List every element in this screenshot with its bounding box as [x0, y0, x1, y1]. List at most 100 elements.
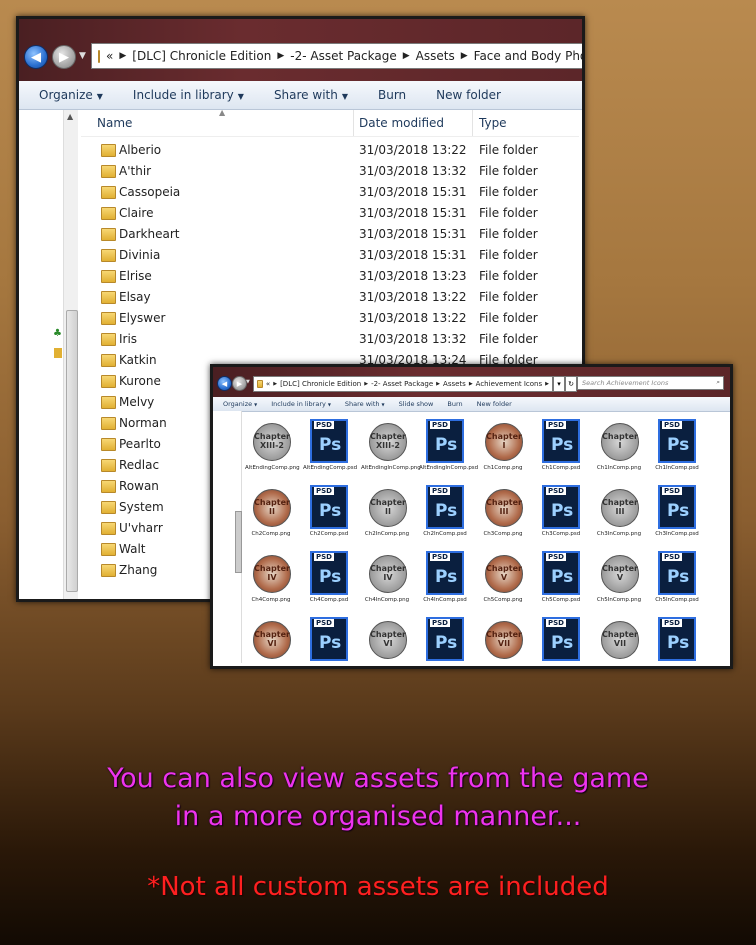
search-input[interactable]: Search Achievement Icons ⌕ [577, 376, 724, 390]
column-divider[interactable] [472, 110, 473, 136]
toolbar-share-with-button[interactable]: Share with ▼ [274, 88, 348, 102]
file-tile[interactable]: Chapter III Ch3InComp.png [593, 483, 645, 549]
file-tile[interactable]: Chapter V Ch5InComp.png [593, 549, 645, 615]
table-row[interactable]: Elsay 31/03/2018 13:22 File folder [81, 287, 579, 308]
breadcrumb-separator-icon[interactable]: ▶ [436, 381, 440, 387]
file-tile[interactable]: Chapter VI [245, 615, 297, 666]
scrollbar-thumb[interactable] [235, 511, 242, 573]
file-tile[interactable]: PSD Ps AltEndingInComp.psd [419, 417, 478, 483]
folder-icon [101, 459, 116, 472]
address-dropdown-icon[interactable]: ▾ [553, 376, 565, 392]
recent-pages-dropdown[interactable]: ▼ [246, 379, 250, 385]
date-modified: 31/03/2018 13:22 [359, 311, 467, 325]
file-tile[interactable]: Chapter I Ch1Comp.png [477, 417, 529, 483]
file-tile[interactable]: PSD Ps [651, 615, 703, 666]
file-tile[interactable]: Chapter V Ch5Comp.png [477, 549, 529, 615]
file-tile[interactable]: PSD Ps Ch2Comp.psd [303, 483, 355, 549]
breadcrumb-separator-icon[interactable]: ▶ [461, 51, 468, 61]
file-tile[interactable]: Chapter II Ch2InComp.png [361, 483, 413, 549]
file-tile[interactable]: PSD Ps Ch3InComp.psd [651, 483, 703, 549]
forward-button[interactable]: ▶ [232, 376, 247, 391]
file-tile[interactable]: Chapter XIII-2 AltEndingInComp.png [361, 417, 421, 483]
table-row[interactable]: Alberio 31/03/2018 13:22 File folder [81, 140, 579, 161]
toolbar-new-folder-button[interactable]: New folder [477, 400, 512, 408]
file-tile[interactable]: Chapter IV Ch4Comp.png [245, 549, 297, 615]
back-button[interactable]: ◀ [217, 376, 232, 391]
file-tile[interactable]: PSD Ps Ch5InComp.psd [651, 549, 703, 615]
file-tile[interactable]: PSD Ps [535, 615, 587, 666]
toolbar-organize-button[interactable]: Organize ▼ [223, 400, 257, 408]
navigation-scrollbar[interactable]: ▲ [63, 110, 78, 599]
file-tile[interactable]: Chapter I Ch1InComp.png [593, 417, 645, 483]
file-tile[interactable]: Chapter VII [477, 615, 529, 666]
recent-pages-dropdown[interactable]: ▼ [79, 51, 86, 61]
scroll-up-icon[interactable]: ▲ [67, 112, 73, 121]
table-row[interactable]: Iris 31/03/2018 13:32 File folder [81, 329, 579, 350]
column-date-modified[interactable]: Date modified [359, 116, 444, 130]
address-bar[interactable]: «▶ [DLC] Chronicle Edition ▶ -2- Asset Pack… [253, 376, 553, 392]
breadcrumb-segment[interactable]: Achievement Icons [476, 380, 542, 388]
folder-icon [101, 522, 116, 535]
toolbar-include-in-library-button[interactable]: Include in library ▼ [133, 88, 244, 102]
table-row[interactable]: Claire 31/03/2018 15:31 File folder [81, 203, 579, 224]
breadcrumb-segment[interactable]: [DLC] Chronicle Edition [132, 49, 271, 63]
file-tile[interactable]: Chapter VII [593, 615, 645, 666]
back-button[interactable]: ◀ [24, 45, 48, 69]
breadcrumb-segment[interactable]: Assets [416, 49, 455, 63]
file-tile[interactable]: Chapter XIII-2 AltEndingComp.png [245, 417, 300, 483]
breadcrumb-separator-icon[interactable]: ▶ [364, 381, 368, 387]
toolbar-slide-show-button[interactable]: Slide show [399, 400, 434, 408]
file-tile[interactable]: Chapter VI [361, 615, 413, 666]
breadcrumb-separator-icon[interactable]: ▶ [119, 51, 126, 61]
breadcrumb-segment[interactable]: -2- Asset Package [371, 380, 433, 388]
breadcrumb-separator-icon[interactable]: ▶ [277, 51, 284, 61]
refresh-icon[interactable]: ↻ [565, 376, 577, 392]
column-divider[interactable] [353, 110, 354, 136]
toolbar-burn-button[interactable]: Burn [447, 400, 462, 408]
address-bar[interactable]: « ▶ [DLC] Chronicle Edition ▶ -2- Asset Pack… [91, 43, 582, 69]
file-tile[interactable]: PSD Ps Ch1InComp.psd [651, 417, 703, 483]
breadcrumb-segment[interactable]: Face and Body Photos [474, 49, 582, 63]
toolbar-new-folder-button[interactable]: New folder [436, 88, 501, 102]
column-type[interactable]: Type [479, 116, 507, 130]
table-row[interactable]: Elyswer 31/03/2018 13:22 File folder [81, 308, 579, 329]
column-name[interactable]: Name [97, 116, 132, 130]
table-row[interactable]: Elrise 31/03/2018 13:23 File folder [81, 266, 579, 287]
file-tile[interactable]: Chapter III Ch3Comp.png [477, 483, 529, 549]
breadcrumb-separator-icon[interactable]: ▶ [469, 381, 473, 387]
file-tile[interactable]: PSD Ps Ch1Comp.psd [535, 417, 587, 483]
file-tile[interactable]: Chapter IV Ch4InComp.png [361, 549, 413, 615]
file-tile[interactable]: PSD Ps Ch2InComp.psd [419, 483, 471, 549]
table-row[interactable]: Cassopeia 31/03/2018 15:31 File folder [81, 182, 579, 203]
breadcrumb-separator-icon[interactable]: ▶ [403, 51, 410, 61]
breadcrumb-separator-icon[interactable]: ▶ [545, 381, 549, 387]
file-tile[interactable]: PSD Ps [419, 615, 471, 666]
folder-icon [101, 291, 116, 304]
file-tile[interactable]: PSD Ps Ch3Comp.psd [535, 483, 587, 549]
file-tile[interactable]: PSD Ps Ch4Comp.psd [303, 549, 355, 615]
file-tile[interactable]: PSD Ps [303, 615, 355, 666]
table-row[interactable]: A'thir 31/03/2018 13:32 File folder [81, 161, 579, 182]
table-row[interactable]: Divinia 31/03/2018 15:31 File folder [81, 245, 579, 266]
file-tile[interactable]: PSD Ps Ch5Comp.psd [535, 549, 587, 615]
breadcrumb-segment[interactable]: Assets [443, 380, 466, 388]
toolbar-organize-button[interactable]: Organize ▼ [39, 88, 103, 102]
file-tile[interactable]: PSD Ps Ch4InComp.psd [419, 549, 471, 615]
breadcrumb-segment[interactable]: -2- Asset Package [290, 49, 396, 63]
toolbar-burn-button[interactable]: Burn [378, 88, 406, 102]
file-name: Redlac [119, 458, 160, 472]
toolbar-include-in-library-button[interactable]: Include in library ▼ [271, 400, 331, 408]
file-tile[interactable]: PSD Ps AltEndingComp.psd [303, 417, 357, 483]
breadcrumb-separator-icon[interactable]: ▶ [273, 381, 277, 387]
forward-button[interactable]: ▶ [52, 45, 76, 69]
folder-icon [101, 354, 116, 367]
breadcrumb-overflow[interactable]: « [106, 49, 113, 63]
breadcrumb-overflow[interactable]: « [266, 380, 270, 388]
folder-icon [101, 396, 116, 409]
toolbar-share-with-button[interactable]: Share with ▼ [345, 400, 385, 408]
table-row[interactable]: Darkheart 31/03/2018 15:31 File folder [81, 224, 579, 245]
breadcrumb-segment[interactable]: [DLC] Chronicle Edition [280, 380, 361, 388]
file-tile[interactable]: Chapter II Ch2Comp.png [245, 483, 297, 549]
scrollbar-thumb[interactable] [66, 310, 78, 592]
folder-icon [101, 417, 116, 430]
